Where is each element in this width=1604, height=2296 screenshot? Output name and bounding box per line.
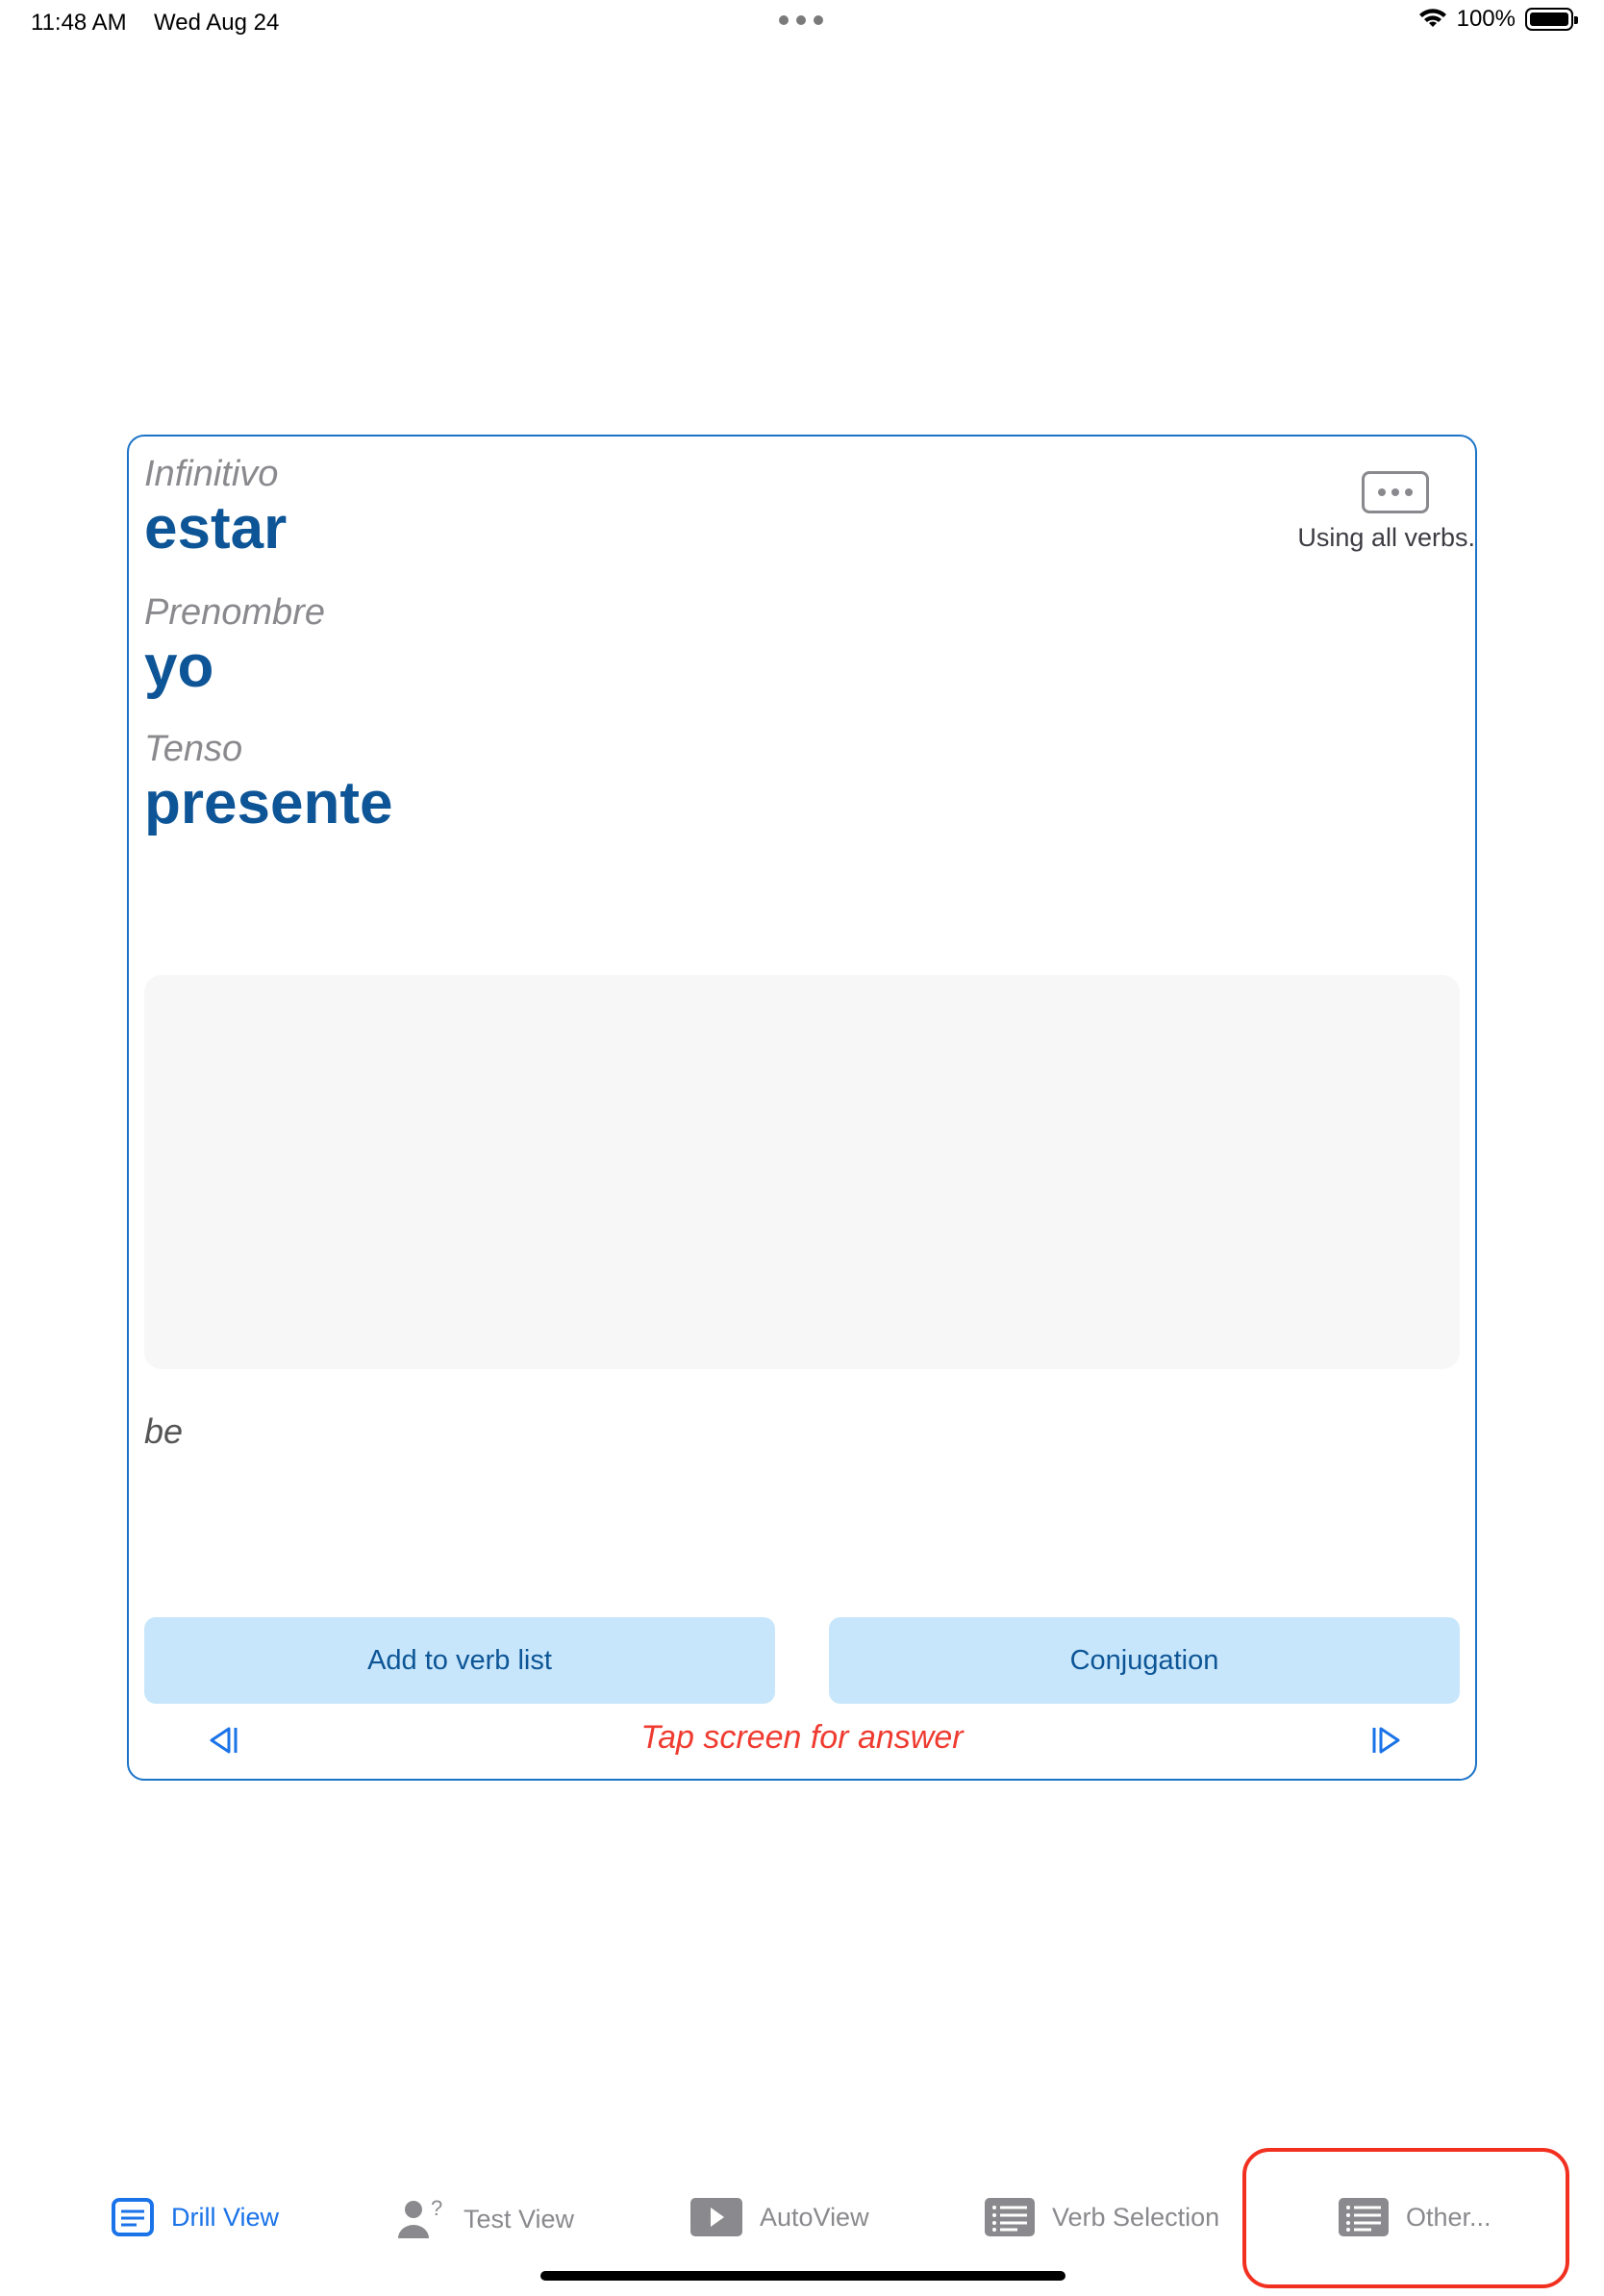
translation-text: be xyxy=(144,1411,184,1451)
tense-value: presente xyxy=(144,770,393,836)
status-time: 11:48 AM xyxy=(31,10,127,36)
battery-percent: 100% xyxy=(1456,6,1516,32)
add-to-verb-list-button[interactable]: Add to verb list xyxy=(144,1617,775,1704)
more-options-icon[interactable] xyxy=(1362,471,1429,513)
svg-text:?: ? xyxy=(431,2198,442,2220)
infinitive-label: Infinitivo xyxy=(144,454,279,494)
home-indicator[interactable] xyxy=(540,2271,1065,2281)
multitasking-dots-icon[interactable] xyxy=(779,15,823,25)
tap-hint: Tap screen for answer xyxy=(640,1719,964,1756)
wifi-icon xyxy=(1418,9,1446,27)
tab-test-view[interactable]: ? Test View xyxy=(396,2198,574,2240)
play-icon xyxy=(690,2198,742,2236)
next-verb-icon[interactable] xyxy=(1369,1723,1404,1758)
tab-autoview[interactable]: AutoView xyxy=(690,2198,869,2236)
tab-verb-selection[interactable]: Verb Selection xyxy=(985,2198,1219,2236)
status-bar: 11:48 AM Wed Aug 24 100% xyxy=(0,0,1604,48)
pronoun-value: yo xyxy=(144,634,214,700)
battery-icon xyxy=(1525,8,1578,31)
answer-area[interactable] xyxy=(144,975,1460,1369)
list-icon xyxy=(985,2198,1035,2236)
tab-drill-view[interactable]: Drill View xyxy=(112,2198,279,2236)
infinitive-value: estar xyxy=(144,495,288,562)
tab-label: Test View xyxy=(464,2204,575,2234)
person-question-icon: ? xyxy=(398,2198,442,2238)
verb-scope-label: Using all verbs. xyxy=(1297,523,1475,552)
doc-icon xyxy=(112,2198,154,2236)
tab-label: Verb Selection xyxy=(1052,2202,1220,2232)
tab-label: AutoView xyxy=(760,2202,869,2232)
status-right: 100% xyxy=(1418,6,1578,33)
drill-card[interactable]: Infinitivo estar Using all verbs. Prenom… xyxy=(127,435,1477,1781)
highlight-annotation xyxy=(1242,2148,1569,2288)
pronoun-label: Prenombre xyxy=(144,592,325,633)
tab-label: Drill View xyxy=(171,2202,280,2232)
conjugation-button[interactable]: Conjugation xyxy=(829,1617,1460,1704)
status-date: Wed Aug 24 xyxy=(154,10,280,36)
tense-label: Tenso xyxy=(144,729,243,769)
